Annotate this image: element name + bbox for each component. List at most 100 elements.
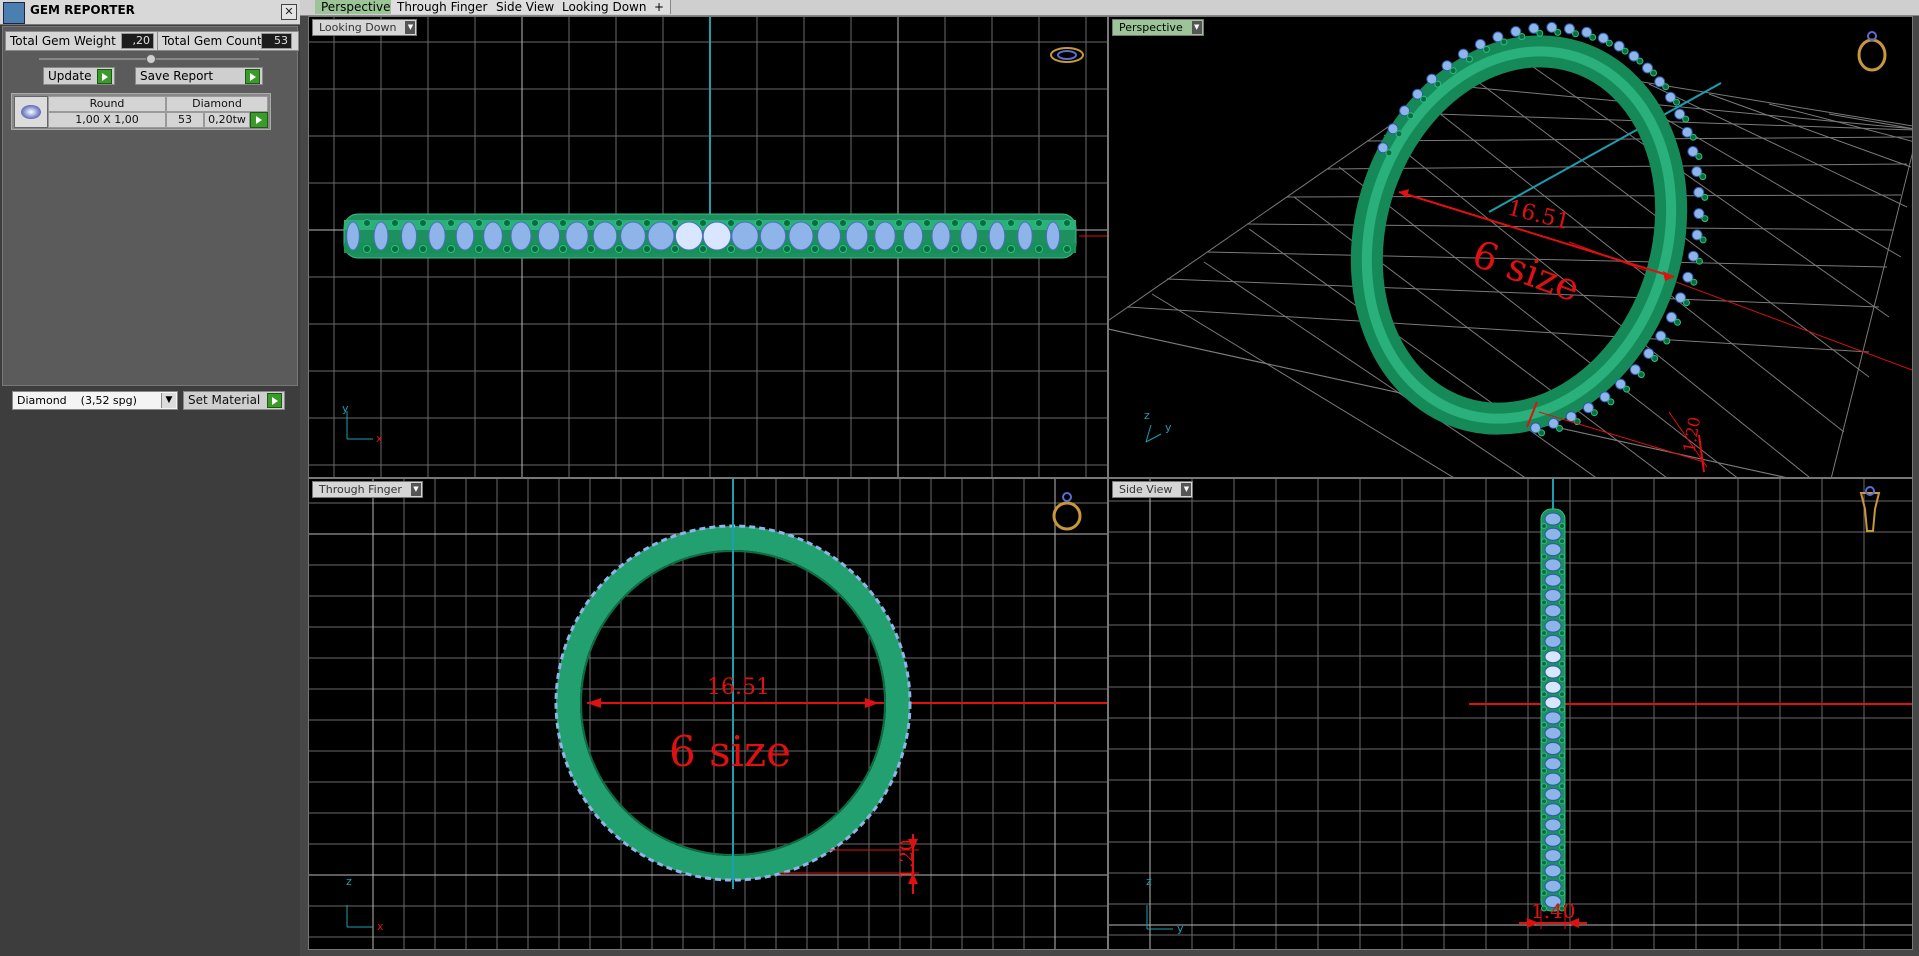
update-button[interactable]: Update bbox=[43, 67, 115, 85]
total-count-value: 53 bbox=[261, 33, 292, 49]
prong bbox=[1541, 813, 1547, 820]
prong bbox=[923, 219, 931, 227]
prong bbox=[1554, 28, 1562, 36]
tab-perspective[interactable]: Perspective bbox=[315, 0, 398, 14]
gem-stone bbox=[817, 221, 841, 251]
prong bbox=[1541, 706, 1547, 713]
chevron-down-icon[interactable]: ▼ bbox=[161, 393, 176, 408]
gem-stone bbox=[1544, 634, 1562, 648]
gem-stone bbox=[702, 221, 732, 251]
prong bbox=[1063, 245, 1071, 253]
update-button-label: Update bbox=[48, 69, 92, 83]
chevron-down-icon[interactable]: ▼ bbox=[410, 483, 421, 496]
viewport-label-looking-down[interactable]: Looking Down ▼ bbox=[312, 19, 418, 36]
dimension-diameter: 16.51 bbox=[707, 675, 770, 700]
gem-stone bbox=[1544, 849, 1562, 863]
gem-stone bbox=[1544, 726, 1562, 740]
gem-stone bbox=[1544, 742, 1562, 755]
prong bbox=[391, 245, 399, 253]
gem-stone bbox=[1017, 221, 1033, 251]
prong bbox=[1500, 38, 1508, 46]
prong bbox=[923, 245, 931, 253]
tab-through-finger[interactable]: Through Finger bbox=[391, 0, 495, 14]
prong bbox=[1007, 245, 1015, 253]
viewport-title: Side View bbox=[1119, 483, 1173, 496]
prong bbox=[1541, 874, 1547, 881]
gem-thumbnail[interactable] bbox=[14, 96, 48, 128]
total-count-label: Total Gem Count bbox=[162, 34, 262, 48]
viewport-side-view[interactable]: Side View ▼ 1.40 z y bbox=[1108, 478, 1913, 950]
prong bbox=[1541, 523, 1547, 529]
save-report-button[interactable]: Save Report bbox=[135, 67, 263, 85]
prong bbox=[1559, 829, 1565, 835]
dimension-thickness: 1.20 bbox=[896, 839, 918, 880]
tab-looking-down[interactable]: Looking Down bbox=[556, 0, 654, 14]
close-icon[interactable]: ✕ bbox=[281, 4, 297, 20]
gem-stone bbox=[845, 221, 869, 251]
material-select[interactable]: Diamond (3,52 spg) ▼ bbox=[12, 391, 178, 410]
gem-reporter-title: GEM REPORTER bbox=[30, 3, 135, 17]
prong bbox=[1541, 783, 1547, 790]
prong bbox=[1673, 98, 1680, 106]
gem-stone bbox=[537, 221, 561, 251]
prong bbox=[1623, 385, 1631, 393]
gem-stone bbox=[620, 221, 646, 251]
prong bbox=[1663, 337, 1671, 345]
weight-slider-thumb[interactable] bbox=[146, 54, 156, 64]
prong bbox=[1559, 691, 1565, 698]
prong bbox=[447, 245, 455, 253]
table-cell-weight: 0,20tw bbox=[204, 112, 250, 128]
gem-stone bbox=[455, 221, 475, 251]
prong bbox=[1559, 737, 1565, 744]
prong bbox=[1559, 584, 1565, 591]
viewport-through-finger[interactable]: Through Finger ▼ 16.51 6 size 1.20 z x bbox=[308, 478, 1108, 950]
prong bbox=[1541, 752, 1547, 759]
prong bbox=[391, 219, 399, 227]
gem-stone bbox=[1544, 833, 1562, 847]
prong bbox=[1701, 215, 1709, 223]
prong bbox=[1559, 645, 1565, 652]
chevron-down-icon[interactable]: ▼ bbox=[1191, 21, 1202, 34]
prong bbox=[839, 219, 847, 227]
prong bbox=[587, 245, 595, 253]
prong bbox=[839, 245, 847, 253]
prong bbox=[1541, 890, 1547, 897]
gem-stone bbox=[1544, 573, 1562, 587]
prong bbox=[1559, 844, 1565, 851]
axis-label-z: z bbox=[1146, 875, 1152, 888]
chevron-down-icon[interactable]: ▼ bbox=[405, 21, 416, 34]
viewport-label-perspective[interactable]: Perspective ▼ bbox=[1112, 19, 1204, 36]
viewport-looking-down[interactable]: Looking Down ▼ y x bbox=[308, 16, 1108, 478]
prong bbox=[727, 219, 735, 227]
viewport-label-side-view[interactable]: Side View ▼ bbox=[1112, 481, 1194, 498]
prong bbox=[615, 245, 623, 253]
tab-add[interactable]: + bbox=[648, 0, 672, 14]
gem-stone bbox=[1544, 527, 1562, 541]
viewport-label-through-finger[interactable]: Through Finger ▼ bbox=[312, 481, 423, 498]
axis-label-y: y bbox=[1165, 421, 1172, 434]
save-report-button-label: Save Report bbox=[140, 69, 214, 83]
tab-side-view[interactable]: Side View bbox=[490, 0, 562, 14]
gem-stone bbox=[788, 221, 814, 251]
material-select-value: Diamond (3,52 spg) bbox=[17, 394, 137, 407]
prong bbox=[1541, 584, 1547, 591]
prong bbox=[1559, 767, 1565, 774]
axis-label-y: y bbox=[342, 402, 349, 415]
gem-stone bbox=[1544, 757, 1562, 771]
gem-reporter-icon bbox=[3, 2, 25, 24]
viewport-perspective[interactable]: Perspective ▼ 16.51 6 size 1.20 z y bbox=[1108, 16, 1913, 478]
prong bbox=[1541, 599, 1547, 606]
gem-stone bbox=[1544, 711, 1562, 725]
prong bbox=[1559, 859, 1565, 866]
prong bbox=[1682, 115, 1690, 123]
row-play-button[interactable] bbox=[250, 112, 268, 128]
through-finger-canvas bbox=[309, 479, 1107, 949]
set-material-button[interactable]: Set Material bbox=[183, 391, 285, 410]
prong bbox=[1662, 83, 1670, 91]
prong bbox=[1651, 355, 1659, 362]
prong bbox=[643, 245, 651, 253]
play-icon bbox=[245, 69, 260, 84]
gem-stone bbox=[1544, 665, 1562, 679]
chevron-down-icon[interactable]: ▼ bbox=[1181, 483, 1192, 496]
gem-stone bbox=[1544, 589, 1562, 602]
